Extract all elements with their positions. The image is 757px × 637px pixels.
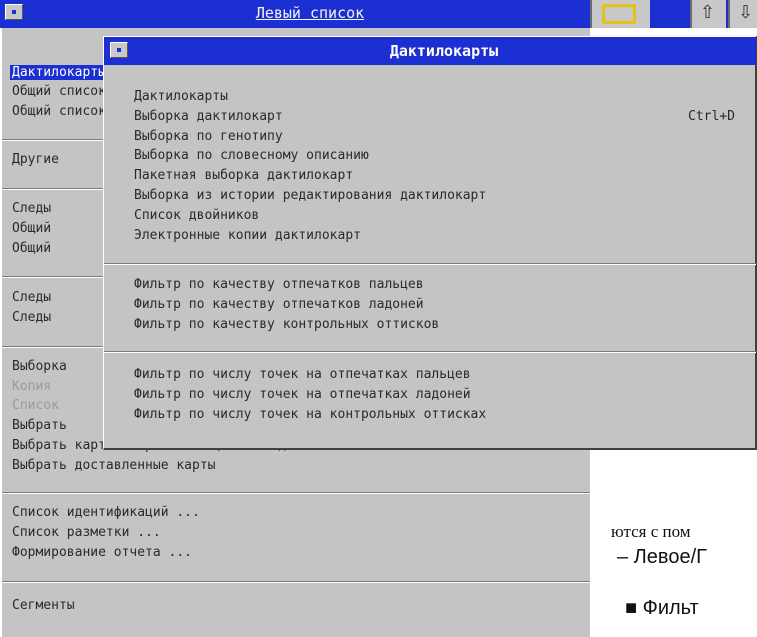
left-menu-item[interactable]: Общий список [12,104,106,119]
left-menu-item[interactable]: Общий [12,221,51,236]
left-menu-item[interactable]: Выбрать доставленные карты [12,458,216,473]
menu-separator [104,351,756,353]
left-menu-item[interactable]: Список разметки ... [12,525,161,540]
toolbar-button-down[interactable]: ⇩ [728,0,757,28]
arrow-down-icon: ⇩ [738,2,754,23]
arrow-up-icon: ⇧ [700,2,716,23]
popup-title-bar: Дактилокарты [104,37,756,65]
left-menu-item[interactable]: Другие [12,152,59,167]
toolbar-button-highlight[interactable] [590,0,650,28]
left-menu-item[interactable]: Сегменты [12,598,75,613]
left-menu-item[interactable]: Дактилокарты [10,65,107,80]
popup-menu-item[interactable]: Выборка по словесному описанию [134,148,369,163]
document-text-line: – Левое/Г [617,546,707,568]
system-menu-icon[interactable] [5,4,23,20]
popup-menu-item[interactable]: Электронные копии дактилокарт [134,228,361,243]
popup-menu-item[interactable]: Фильтр по числу точек на отпечатках паль… [134,367,471,382]
document-text-line: ются с пом [611,522,691,541]
popup-menu-item[interactable]: Фильтр по качеству отпечатков пальцев [134,277,424,292]
popup-menu-item[interactable]: Пакетная выборка дактилокарт [134,168,353,183]
popup-menu-item[interactable]: Фильтр по качеству контрольных оттисков [134,317,439,332]
popup-title: Дактилокарты [389,42,499,60]
dactylocards-popup: Дактилокарты Дактилокарты Выборка дактил… [103,36,757,450]
popup-menu-item[interactable]: Фильтр по числу точек на отпечатках ладо… [134,387,471,402]
left-menu-item[interactable]: Копия [12,379,51,394]
left-menu-item[interactable]: Выборка [12,359,67,374]
popup-menu-item[interactable]: Фильтр по качеству отпечатков ладоней [134,297,424,312]
left-menu-item[interactable]: Следы [12,290,51,305]
popup-menu-item[interactable]: Выборка по генотипу [134,129,283,144]
left-menu-item[interactable]: Список идентификаций ... [12,505,200,520]
left-menu-item[interactable]: Список [12,398,59,413]
popup-menu-item[interactable]: Фильтр по числу точек на контрольных отт… [134,407,486,422]
left-menu-item[interactable]: Выбрать [12,418,67,433]
menu-separator [2,581,590,583]
window-title: Левый список [255,4,365,22]
popup-menu-item[interactable]: Дактилокарты [134,89,228,104]
popup-menu-item[interactable]: Выборка из истории редактирования дактил… [134,188,486,203]
left-menu-item[interactable]: Формирование отчета ... [12,545,192,560]
popup-menu-item[interactable]: Список двойников [134,208,259,223]
left-menu-item[interactable]: Общий [12,241,51,256]
left-menu-item[interactable]: Следы [12,201,51,216]
shortcut-label: Ctrl+D [688,109,735,124]
document-text-line: ■ Фильт [625,597,699,619]
main-title-bar: Левый список ⇧ ⇩ [0,0,757,28]
menu-separator [2,492,590,494]
system-menu-icon[interactable] [110,42,128,58]
left-menu-item[interactable]: Общий список [12,84,106,99]
popup-menu-item[interactable]: Выборка дактилокарт [134,109,283,124]
menu-separator [104,263,756,265]
toolbar-highlight-icon [602,4,636,24]
toolbar-button-up[interactable]: ⇧ [690,0,726,28]
left-menu-item[interactable]: Следы [12,310,51,325]
